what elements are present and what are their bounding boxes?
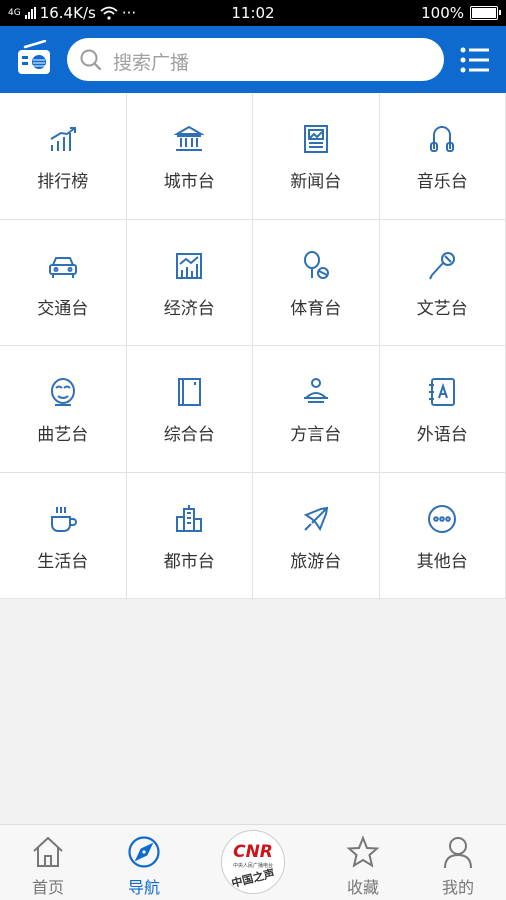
search-icon bbox=[80, 49, 102, 71]
racket-ball-icon bbox=[303, 250, 329, 279]
airplane-icon bbox=[303, 506, 328, 531]
category-other[interactable]: 其他台 bbox=[379, 472, 506, 599]
category-dialect[interactable]: 方言台 bbox=[253, 346, 380, 473]
headphones-icon bbox=[430, 126, 455, 152]
category-travel[interactable]: 旅游台 bbox=[253, 472, 380, 599]
bottom-tab-bar: 首页 导航 CNR 中央人民广播电台 中国之声 收藏 我的 bbox=[0, 824, 506, 900]
category-news[interactable]: 新闻台 bbox=[253, 93, 380, 220]
tab-navigation[interactable]: 导航 bbox=[96, 825, 192, 900]
city-skyline-icon bbox=[176, 504, 203, 532]
tab-home[interactable]: 首页 bbox=[0, 825, 96, 900]
category-label: 曲艺台 bbox=[37, 425, 89, 445]
battery-icon bbox=[470, 6, 501, 20]
category-traffic[interactable]: 交通台 bbox=[0, 219, 127, 346]
category-metro[interactable]: 都市台 bbox=[126, 472, 253, 599]
category-label: 排行榜 bbox=[37, 172, 89, 192]
category-folk-arts[interactable]: 曲艺台 bbox=[0, 346, 127, 473]
list-menu-icon bbox=[460, 47, 489, 73]
category-economy[interactable]: 经济台 bbox=[126, 219, 253, 346]
tab-favorites[interactable]: 收藏 bbox=[315, 825, 411, 900]
star-icon bbox=[346, 835, 380, 868]
category-label: 交通台 bbox=[37, 298, 89, 319]
menu-button[interactable] bbox=[460, 46, 490, 74]
radio-button[interactable] bbox=[15, 39, 53, 78]
tab-label: 导航 bbox=[127, 878, 160, 897]
category-ranking[interactable]: 排行榜 bbox=[0, 93, 127, 220]
category-label: 旅游台 bbox=[290, 551, 342, 572]
category-label: 音乐台 bbox=[416, 172, 468, 192]
category-label: 外语台 bbox=[416, 425, 468, 445]
tab-label: 首页 bbox=[31, 878, 64, 897]
category-label: 文艺台 bbox=[416, 298, 468, 319]
tab-profile[interactable]: 我的 bbox=[410, 825, 506, 900]
category-foreign-language[interactable]: 外语台 bbox=[379, 346, 506, 473]
home-icon bbox=[33, 836, 63, 867]
coffee-cup-icon bbox=[50, 506, 77, 532]
economy-chart-icon bbox=[176, 252, 203, 279]
category-label: 城市台 bbox=[163, 172, 215, 192]
category-music[interactable]: 音乐台 bbox=[379, 93, 506, 220]
category-sports[interactable]: 体育台 bbox=[253, 219, 380, 346]
category-label: 其他台 bbox=[416, 551, 468, 572]
tab-label: 我的 bbox=[441, 878, 474, 897]
category-life[interactable]: 生活台 bbox=[0, 472, 127, 599]
opera-mask-icon bbox=[50, 378, 75, 406]
language-book-icon bbox=[429, 378, 456, 406]
category-label: 综合台 bbox=[163, 425, 215, 445]
category-label: 生活台 bbox=[37, 551, 89, 572]
category-arts[interactable]: 文艺台 bbox=[379, 219, 506, 346]
category-city[interactable]: 城市台 bbox=[126, 93, 253, 220]
cnr-logo-button[interactable]: CNR 中央人民广播电台 中国之声 bbox=[221, 830, 285, 894]
ranking-chart-icon bbox=[50, 127, 76, 151]
notebook-icon bbox=[178, 378, 202, 406]
city-building-icon bbox=[173, 125, 205, 151]
radio-icon bbox=[18, 39, 50, 74]
battery-percent: 100% bbox=[421, 4, 464, 22]
status-bar: 4G 16.4K/s ··· 11:02 100% bbox=[0, 0, 506, 26]
category-label: 都市台 bbox=[163, 551, 215, 572]
search-input[interactable]: 搜索广播 bbox=[67, 38, 444, 81]
compass-icon bbox=[128, 836, 160, 868]
user-icon bbox=[444, 837, 472, 869]
search-placeholder: 搜索广播 bbox=[113, 52, 190, 74]
category-label: 体育台 bbox=[290, 298, 342, 319]
category-label: 经济台 bbox=[163, 298, 215, 319]
person-podium-icon bbox=[303, 378, 328, 403]
category-label: 新闻台 bbox=[290, 172, 342, 192]
app-header: 搜索广播 bbox=[0, 26, 506, 93]
more-dots-icon bbox=[428, 504, 457, 533]
cnr-logo-mark: CNR bbox=[233, 842, 273, 862]
category-grid: 排行榜 城市台 新闻台 音乐台 交通台 经济台 体育台 文艺台 曲艺台 综合台 … bbox=[0, 93, 506, 599]
car-icon bbox=[48, 256, 77, 278]
category-label: 方言台 bbox=[290, 425, 342, 445]
microphone-icon bbox=[429, 251, 456, 279]
newspaper-icon bbox=[303, 125, 328, 153]
tab-label: 收藏 bbox=[346, 878, 379, 897]
category-general[interactable]: 综合台 bbox=[126, 346, 253, 473]
